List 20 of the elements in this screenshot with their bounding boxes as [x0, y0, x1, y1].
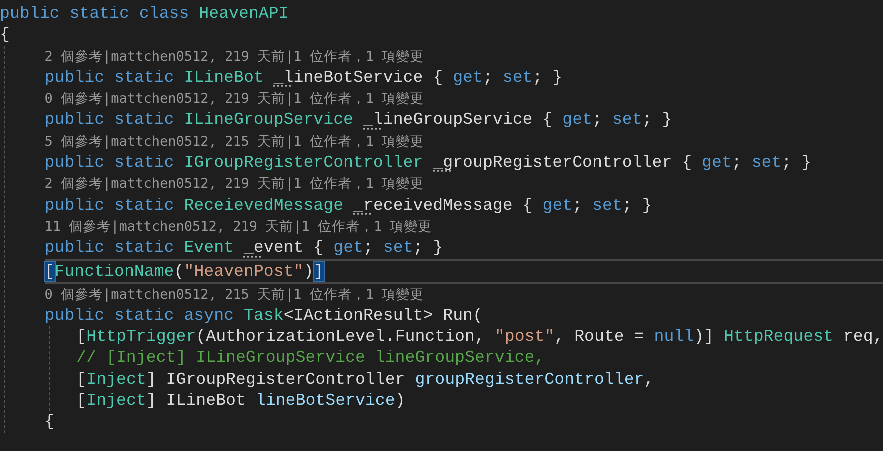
code-line: public static ILineGroupService _lineGroupService { get; set; } [44, 110, 672, 130]
code-line: // [Inject] ILineGroupService lineGroupService, [76, 348, 545, 368]
code-line: public static class HeavenAPI [0, 4, 289, 23]
codelens-info[interactable]: 2 個參考|mattchen0512, 219 天前|1 位作者，1 項變更 [44, 48, 424, 65]
code-line: { [0, 25, 10, 44]
codelens-info[interactable]: 0 個參考|mattchen0512, 219 天前|1 位作者，1 項變更 [44, 91, 424, 108]
code-line: { [44, 412, 55, 432]
code-line: [FunctionName("HeavenPost")] [44, 262, 324, 281]
codelens-info[interactable]: 0 個參考|mattchen0512, 215 天前|1 位作者，1 項變更 [44, 286, 424, 303]
codelens-info[interactable]: 11 個參考|mattchen0512, 219 天前|1 位作者，1 項變更 [44, 218, 432, 235]
code-line: public static ReceievedMessage _receivedMessage { get; set; } [44, 196, 652, 215]
code-line: public static IGroupRegisterController _groupRegisterController { get; set; } [44, 153, 812, 172]
code-line: [Inject] ILineBot lineBotService) [76, 391, 406, 410]
code-line: public static Event _event { get; set; } [44, 238, 444, 258]
code-line: [HttpTrigger(AuthorizationLevel.Function, "post", Route = null)] HttpRequest req, [76, 327, 883, 346]
code-line: [Inject] IGroupRegisterController groupRegisterController, [76, 370, 654, 389]
code-line: public static async Task<IActionResult> Run( [44, 306, 483, 325]
codelens-info[interactable]: 2 個參考|mattchen0512, 219 天前|1 位作者，1 項變更 [44, 176, 424, 192]
code-line: public static ILineBot _lineBotService { get; set; } [44, 68, 563, 87]
codelens-info[interactable]: 5 個參考|mattchen0512, 215 天前|1 位作者，1 項變更 [44, 134, 424, 150]
